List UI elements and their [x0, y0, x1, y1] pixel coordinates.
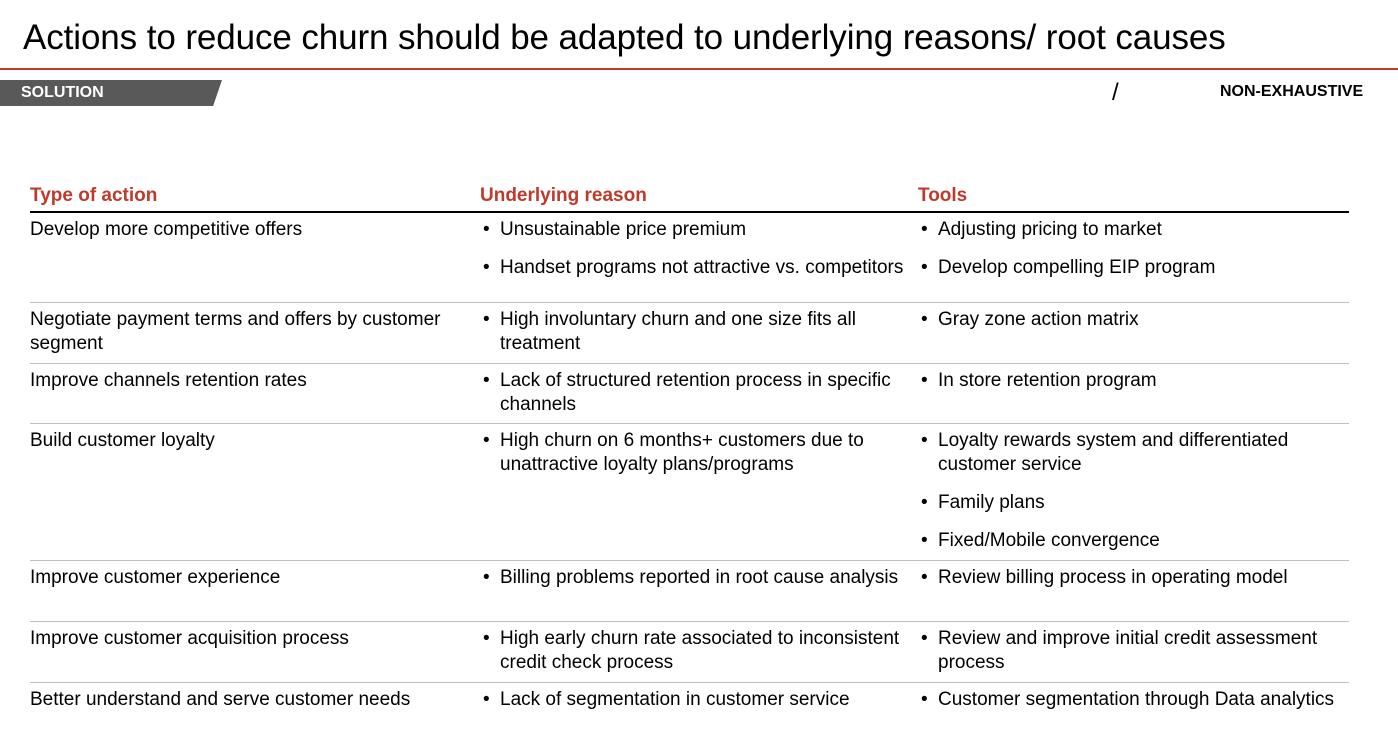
reason-cell: Billing problems reported in root cause … — [480, 566, 910, 590]
table-row: Improve customer experience Billing prob… — [30, 561, 1349, 622]
reason-item: High early churn rate associated to inco… — [480, 627, 910, 675]
tools-cell: Review billing process in operating mode… — [918, 566, 1338, 590]
tool-item: Adjusting pricing to market — [918, 218, 1338, 242]
action-cell: Develop more competitive offers — [30, 219, 303, 240]
title-divider — [0, 68, 1398, 70]
reason-cell: Lack of segmentation in customer service — [480, 688, 910, 712]
tool-item: Family plans — [918, 491, 1338, 515]
solution-tag-label: SOLUTION — [21, 84, 104, 101]
slide-title: Actions to reduce churn should be adapte… — [23, 18, 1226, 57]
tool-item: Customer segmentation through Data analy… — [918, 688, 1338, 712]
reason-item: High involuntary churn and one size fits… — [480, 308, 910, 356]
tools-cell: In store retention program — [918, 369, 1338, 393]
tools-cell: Loyalty rewards system and differentiate… — [918, 429, 1338, 553]
reason-cell: High churn on 6 months+ customers due to… — [480, 429, 910, 477]
action-cell: Build customer loyalty — [30, 430, 215, 451]
tools-cell: Adjusting pricing to market Develop comp… — [918, 218, 1338, 280]
tools-cell: Customer segmentation through Data analy… — [918, 688, 1338, 712]
table-row: Better understand and serve customer nee… — [30, 683, 1349, 743]
table-row: Build customer loyalty High churn on 6 m… — [30, 424, 1349, 561]
tracker-slash-icon: / — [1112, 79, 1119, 106]
action-cell: Negotiate payment terms and offers by cu… — [30, 309, 441, 354]
tool-item: Review billing process in operating mode… — [918, 566, 1338, 590]
header-underlying-reason: Underlying reason — [480, 185, 647, 206]
reason-item: Lack of structured retention process in … — [480, 369, 910, 417]
table-row: Negotiate payment terms and offers by cu… — [30, 303, 1349, 364]
reason-item: Unsustainable price premium — [480, 218, 910, 242]
tool-item: Gray zone action matrix — [918, 308, 1338, 332]
table-row: Improve customer acquisition process Hig… — [30, 622, 1349, 683]
actions-table: Type of action Underlying reason Tools D… — [30, 183, 1349, 743]
tools-cell: Gray zone action matrix — [918, 308, 1338, 332]
header-tools: Tools — [918, 185, 968, 206]
reason-item: Handset programs not attractive vs. comp… — [480, 256, 910, 280]
table-row: Develop more competitive offers Unsustai… — [30, 213, 1349, 303]
solution-tag: SOLUTION — [0, 80, 222, 106]
table-header-row: Type of action Underlying reason Tools — [30, 183, 1349, 213]
tool-item: In store retention program — [918, 369, 1338, 393]
action-cell: Improve channels retention rates — [30, 370, 307, 391]
action-cell: Improve customer acquisition process — [30, 628, 349, 649]
tool-item: Fixed/Mobile convergence — [918, 529, 1338, 553]
reason-cell: High early churn rate associated to inco… — [480, 627, 910, 675]
tool-item: Develop compelling EIP program — [918, 256, 1338, 280]
action-cell: Improve customer experience — [30, 567, 281, 588]
table-row: Improve channels retention rates Lack of… — [30, 364, 1349, 424]
reason-item: Billing problems reported in root cause … — [480, 566, 910, 590]
tracker-label: NON-EXHAUSTIVE — [1220, 83, 1364, 100]
tool-item: Loyalty rewards system and differentiate… — [918, 429, 1338, 477]
reason-item: Lack of segmentation in customer service — [480, 688, 910, 712]
header-type-of-action: Type of action — [30, 185, 158, 206]
tool-item: Review and improve initial credit assess… — [918, 627, 1338, 675]
action-cell: Better understand and serve customer nee… — [30, 689, 411, 710]
reason-cell: Unsustainable price premium Handset prog… — [480, 218, 910, 280]
tools-cell: Review and improve initial credit assess… — [918, 627, 1338, 675]
reason-cell: High involuntary churn and one size fits… — [480, 308, 910, 356]
reason-item: High churn on 6 months+ customers due to… — [480, 429, 910, 477]
reason-cell: Lack of structured retention process in … — [480, 369, 910, 417]
